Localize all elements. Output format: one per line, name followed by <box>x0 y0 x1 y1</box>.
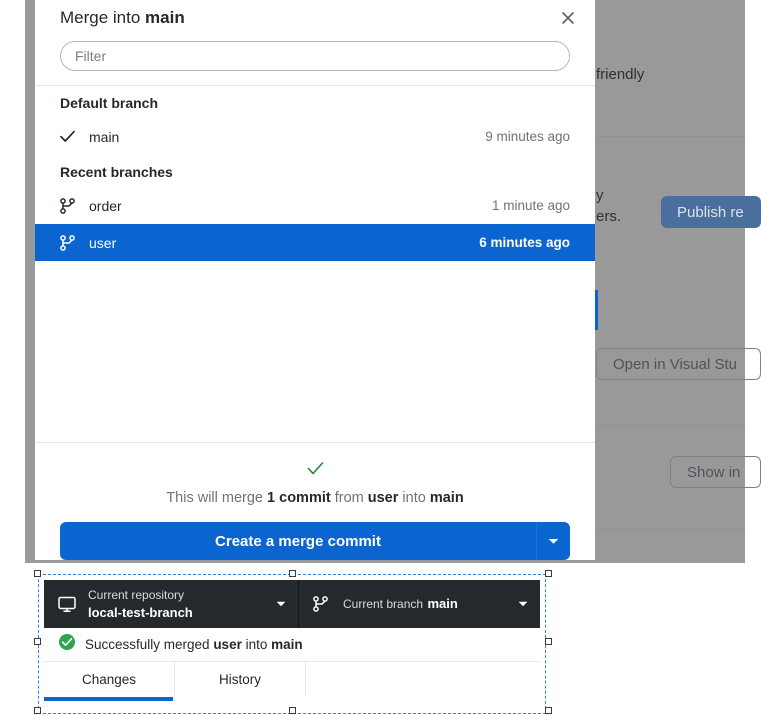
background-left-strip <box>25 0 35 563</box>
branch-timestamp: 9 minutes ago <box>485 129 570 144</box>
current-repository-label: Current repository <box>88 588 185 602</box>
banner-part1: Successfully merged <box>85 637 214 652</box>
success-check-icon <box>58 633 76 656</box>
merge-branch-dialog: Merge into main Default branch main 9 mi… <box>35 0 595 560</box>
merge-msg-part3: into <box>398 490 430 506</box>
current-repository-labels: Current repository local-test-branch <box>82 586 274 622</box>
repository-icon <box>58 596 82 613</box>
git-branch-icon <box>313 596 337 612</box>
git-branch-icon <box>60 197 82 214</box>
banner-part2: into <box>241 637 272 652</box>
tabs-filler <box>306 662 540 697</box>
merge-action-group: Create a merge commit <box>60 522 570 560</box>
panel-tabs: Changes History <box>44 662 540 708</box>
banner-source: user <box>213 637 242 652</box>
tab-changes-label: Changes <box>81 672 137 687</box>
close-icon[interactable] <box>555 5 581 31</box>
branch-list-item-order[interactable]: order 1 minute ago <box>35 187 595 224</box>
merge-msg-target: main <box>429 490 464 506</box>
merge-msg-commits: 1 commit <box>267 490 331 506</box>
resize-handle-middle-left[interactable] <box>34 638 41 645</box>
resize-handle-top-center[interactable] <box>289 570 296 577</box>
tab-changes[interactable]: Changes <box>44 662 175 701</box>
dialog-title: Merge into main <box>60 8 555 28</box>
chevron-down-icon <box>516 601 530 607</box>
open-in-visual-studio-button[interactable]: Open in Visual Stu <box>596 348 761 380</box>
github-desktop-toolbar: Current repository local-test-branch Cur… <box>44 580 540 628</box>
branch-group-header-recent: Recent branches <box>60 164 173 180</box>
resize-handle-bottom-center[interactable] <box>289 707 296 714</box>
current-branch-value: main <box>427 596 458 611</box>
resize-handle-top-right[interactable] <box>545 570 552 577</box>
dialog-title-branch: main <box>145 8 185 27</box>
chevron-down-icon[interactable] <box>536 522 570 560</box>
tab-history-label: History <box>218 672 261 687</box>
background-text-description: y ers. <box>596 187 622 225</box>
dialog-footer: This will merge 1 commit from user into … <box>35 443 595 560</box>
resize-handle-bottom-left[interactable] <box>34 707 41 714</box>
branch-list-item-main[interactable]: main 9 minutes ago <box>35 118 595 155</box>
branch-timestamp: 6 minutes ago <box>479 235 570 250</box>
publish-repository-button[interactable]: Publish re <box>661 196 761 228</box>
background-divider <box>595 529 745 530</box>
chevron-down-icon <box>274 601 288 607</box>
current-branch-label: Current branch <box>343 597 424 611</box>
merge-msg-source: user <box>367 490 399 506</box>
captured-panel: Current repository local-test-branch Cur… <box>34 570 552 714</box>
dialog-title-prefix: Merge into <box>60 8 146 27</box>
background-blue-accent <box>595 290 598 330</box>
show-in-explorer-button[interactable]: Show in <box>670 456 761 488</box>
branch-name: order <box>89 197 122 214</box>
create-merge-commit-button[interactable]: Create a merge commit <box>60 522 536 560</box>
branch-list-item-user[interactable]: user 6 minutes ago <box>35 224 595 261</box>
banner-target: main <box>271 637 303 652</box>
resize-handle-bottom-right[interactable] <box>545 707 552 714</box>
merge-msg-part1: This will merge <box>166 490 268 506</box>
dialog-header: Merge into main <box>35 0 595 36</box>
current-branch-labels: Current branch main <box>337 595 516 613</box>
check-icon <box>60 130 82 143</box>
branch-group-header-default: Default branch <box>60 95 159 111</box>
filter-field-wrapper <box>35 36 595 85</box>
current-branch-dropdown[interactable]: Current branch main <box>299 580 540 628</box>
background-divider <box>595 425 745 426</box>
git-branch-icon <box>60 234 82 251</box>
merge-summary-message: This will merge 1 commit from user into … <box>60 488 570 508</box>
background-text-friendly: friendly <box>596 66 645 83</box>
merge-msg-part2: from <box>330 490 368 506</box>
current-repository-dropdown[interactable]: Current repository local-test-branch <box>44 580 299 628</box>
branch-list[interactable]: Default branch main 9 minutes ago Recent… <box>35 85 595 443</box>
tab-history[interactable]: History <box>175 662 306 697</box>
resize-handle-middle-right[interactable] <box>545 638 552 645</box>
current-repository-value: local-test-branch <box>88 605 193 620</box>
background-divider <box>595 136 745 137</box>
branch-name: main <box>89 128 120 145</box>
merge-success-text: Successfully merged user into main <box>76 637 303 652</box>
branch-name: user <box>89 234 117 251</box>
branch-timestamp: 1 minute ago <box>491 198 570 213</box>
check-icon <box>60 461 570 483</box>
resize-handle-top-left[interactable] <box>34 570 41 577</box>
filter-input[interactable] <box>60 41 570 71</box>
merge-success-banner: Successfully merged user into main <box>44 628 540 662</box>
